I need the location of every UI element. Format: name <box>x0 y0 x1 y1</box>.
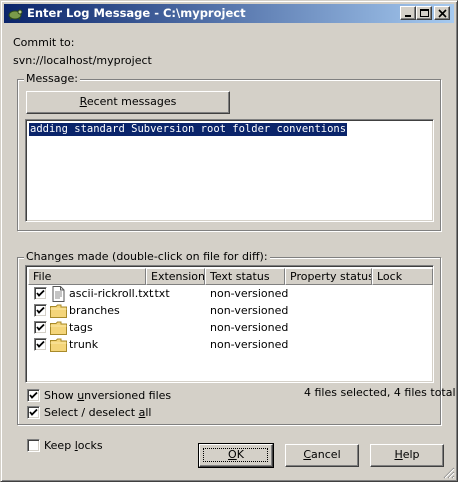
minimize-icon <box>405 15 411 17</box>
check-mark-icon <box>36 306 45 314</box>
file-row[interactable]: trunk non-versioned <box>30 337 430 354</box>
cancel-button[interactable]: Cancel <box>285 444 359 467</box>
check-mark-icon <box>29 391 38 399</box>
message-textarea[interactable]: adding standard Subversion root folder c… <box>25 119 434 222</box>
cancel-label: Cancel <box>303 448 340 461</box>
tortoise-app-icon <box>7 6 23 21</box>
select-all-checkbox[interactable] <box>27 406 40 419</box>
file-text-status: non-versioned <box>210 287 289 300</box>
log-message-dialog: Enter Log Message - C:\myproject Commit … <box>0 0 458 482</box>
show-unversioned-checkbox[interactable] <box>27 389 40 402</box>
commit-url: svn://localhost/myproject <box>13 54 152 67</box>
close-icon <box>438 9 447 18</box>
file-checkbox[interactable] <box>34 321 47 334</box>
changes-list[interactable]: File Extension Text status Property stat… <box>25 265 434 383</box>
help-button[interactable]: Help <box>370 444 444 467</box>
file-checkbox[interactable] <box>34 304 47 317</box>
label-part: K <box>236 448 244 461</box>
file-text-status: non-versioned <box>210 304 289 317</box>
accelerator-key: C <box>303 448 312 461</box>
file-name: trunk <box>69 338 99 351</box>
column-header-lock[interactable]: Lock <box>372 268 433 285</box>
keep-locks-checkbox[interactable] <box>27 439 40 452</box>
check-mark-icon <box>36 289 45 297</box>
help-label: Help <box>394 448 419 461</box>
accelerator-key: O <box>228 448 237 461</box>
window-title: Enter Log Message - C:\myproject <box>27 6 246 20</box>
title-bar[interactable]: Enter Log Message - C:\myproject <box>4 4 454 23</box>
label-part: ll <box>145 406 152 419</box>
select-all-label[interactable]: Select / deselect all <box>44 406 151 419</box>
label-part: Keep <box>44 439 75 452</box>
recent-messages-button[interactable]: Recent messages <box>26 91 230 114</box>
file-name: tags <box>69 321 93 334</box>
keep-locks-label[interactable]: Keep locks <box>44 439 103 452</box>
label-part: elp <box>402 448 420 461</box>
folder-icon <box>50 321 67 338</box>
column-header-extension[interactable]: Extension <box>146 268 205 285</box>
maximize-icon <box>420 9 429 17</box>
minimize-button[interactable] <box>400 6 416 20</box>
folder-icon <box>50 304 67 321</box>
label-part: nversioned files <box>84 389 172 402</box>
resize-grip-icon[interactable] <box>443 467 455 482</box>
recent-messages-label: Recent messages <box>79 95 177 108</box>
file-checkbox[interactable] <box>34 338 47 351</box>
file-extension: .txt <box>151 287 170 300</box>
message-text: adding standard Subversion root folder c… <box>29 123 348 136</box>
changes-group-title: Changes made (double-click on file for d… <box>24 250 270 263</box>
file-text-status: non-versioned <box>210 338 289 351</box>
label-part: ancel <box>311 448 341 461</box>
file-row[interactable]: tags non-versioned <box>30 320 430 337</box>
ok-button[interactable]: OK <box>198 443 274 468</box>
label-part: ocks <box>77 439 103 452</box>
check-mark-icon <box>36 323 45 331</box>
label-part: Select / deselect <box>44 406 139 419</box>
commit-to-label: Commit to: <box>13 36 75 49</box>
check-mark-icon <box>29 408 38 416</box>
message-group-title: Message: <box>24 72 80 85</box>
accelerator-key: H <box>394 448 403 461</box>
selection-summary: 4 files selected, 4 files total <box>304 386 456 399</box>
check-mark-icon <box>36 340 45 348</box>
ok-label: OK <box>228 448 244 461</box>
show-unversioned-label[interactable]: Show unversioned files <box>44 389 171 402</box>
file-text-status: non-versioned <box>210 321 289 334</box>
file-name: branches <box>69 304 120 317</box>
maximize-button[interactable] <box>416 6 432 20</box>
file-checkbox[interactable] <box>34 287 47 300</box>
file-row[interactable]: branches non-versioned <box>30 303 430 320</box>
close-button[interactable] <box>434 6 450 20</box>
label-part: Show <box>44 389 78 402</box>
column-header-file[interactable]: File <box>28 268 146 285</box>
file-row[interactable]: ascii-rickroll.txt .txt non-versioned <box>30 286 430 303</box>
folder-icon <box>50 338 67 355</box>
file-name: ascii-rickroll.txt <box>69 287 154 300</box>
column-header-text-status[interactable]: Text status <box>205 268 285 285</box>
column-header-property-status[interactable]: Property status <box>285 268 372 285</box>
